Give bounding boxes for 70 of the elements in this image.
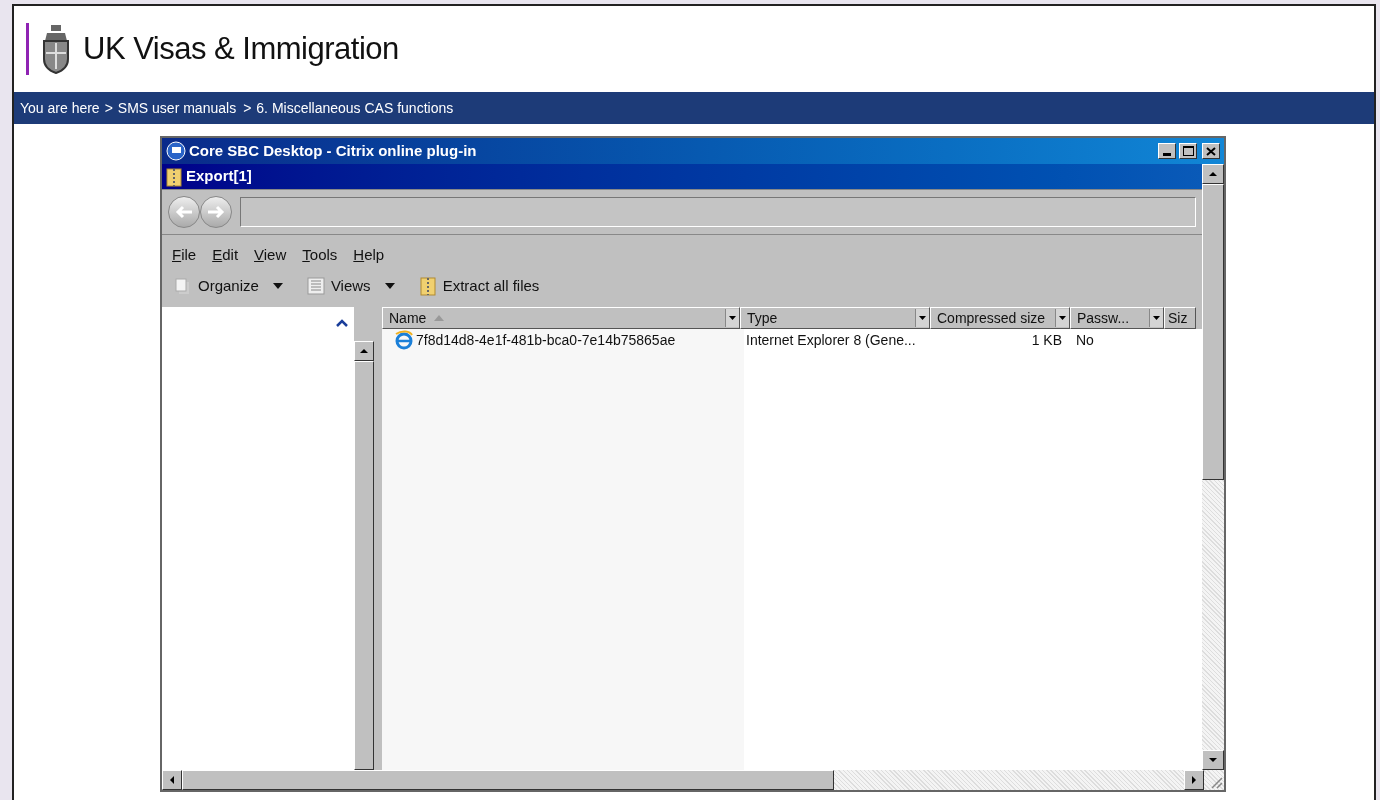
scroll-up-icon (1209, 172, 1217, 176)
organize-button[interactable]: Organize (174, 274, 283, 298)
column-header[interactable]: Compressed size (930, 307, 1070, 329)
column-header-label: Compressed size (936, 308, 1046, 328)
scroll-right-icon (1192, 776, 1196, 784)
column-dropdown-button[interactable] (1055, 309, 1069, 327)
column-dropdown-icon (1153, 316, 1160, 320)
menu-item[interactable]: Edit (212, 243, 239, 267)
scrollbar-thumb[interactable] (182, 770, 834, 790)
accent-bar (26, 23, 29, 75)
scroll-left-icon (170, 776, 174, 784)
column-header-label: Type (746, 308, 778, 328)
forward-button[interactable] (200, 196, 232, 228)
site-title: UK Visas & Immigration (83, 29, 399, 68)
breadcrumb-link[interactable]: SMS user manuals (117, 97, 237, 119)
window-title: Core SBC Desktop - Citrix online plug-in (189, 140, 478, 161)
views-button[interactable]: Views (306, 274, 395, 298)
scroll-up-button[interactable] (1202, 164, 1224, 184)
maximize-button[interactable] (1179, 143, 1197, 159)
minimize-button[interactable] (1158, 143, 1176, 159)
scroll-down-icon (1209, 758, 1217, 762)
table-cell: No (1076, 331, 1094, 348)
breadcrumb-separator: > (243, 98, 252, 118)
column-dropdown-button[interactable] (725, 309, 739, 327)
close-icon (1206, 146, 1216, 156)
column-header[interactable]: Name (382, 307, 740, 329)
column-dropdown-icon (729, 316, 736, 320)
forward-icon (207, 205, 225, 219)
maximize-icon (1182, 146, 1194, 156)
horizontal-scrollbar[interactable] (162, 770, 1224, 790)
breadcrumb-link[interactable]: 6. Miscellaneous CAS functions (256, 97, 454, 119)
file-name[interactable]: 7f8d14d8-4e1f-481b-bca0-7e14b75865ae (416, 329, 676, 351)
scroll-down-button[interactable] (1202, 750, 1224, 770)
menu-item[interactable]: Tools (302, 243, 338, 267)
column-dropdown-icon (919, 316, 926, 320)
menu-item[interactable]: View (254, 243, 287, 267)
scroll-up-button[interactable] (354, 341, 374, 361)
address-field[interactable] (240, 197, 1196, 227)
scroll-right-button[interactable] (1184, 770, 1204, 790)
breadcrumb-separator: > (104, 98, 113, 118)
table-cell: Internet Explorer 8 (Gene... (746, 331, 916, 348)
explorer-title: Export[1] (186, 166, 252, 187)
column-header-label: Passw... (1076, 308, 1130, 328)
column-header[interactable]: Type (740, 307, 930, 329)
zip-folder-icon (166, 166, 182, 187)
vertical-scrollbar[interactable] (1202, 164, 1224, 770)
column-header[interactable]: Siz (1164, 307, 1196, 329)
scroll-up-icon (360, 349, 368, 353)
column-dropdown-button[interactable] (915, 309, 929, 327)
scrollbar-thumb[interactable] (1202, 184, 1224, 480)
app-icon (166, 141, 186, 161)
breadcrumb-label: You are here (20, 98, 100, 118)
browser-file-icon (394, 330, 414, 350)
back-icon (175, 205, 193, 219)
minimize-icon (1163, 153, 1171, 156)
menu-item[interactable]: Help (353, 243, 385, 267)
organize-icon (174, 277, 192, 295)
column-header-label: Name (388, 308, 427, 328)
close-button[interactable] (1202, 143, 1220, 159)
table-cell: 1 KB (1031, 331, 1062, 348)
back-button[interactable] (168, 196, 200, 228)
column-header[interactable]: Passw... (1070, 307, 1164, 329)
extract-button[interactable]: Extract all files (418, 274, 540, 298)
column-dropdown-icon (1059, 316, 1066, 320)
menu-item[interactable]: File (172, 243, 197, 267)
zip-folder-icon (418, 276, 437, 296)
collapse-chevron-icon[interactable] (336, 319, 348, 327)
column-dropdown-button[interactable] (1149, 309, 1163, 327)
views-icon (306, 277, 325, 295)
scroll-left-button[interactable] (162, 770, 182, 790)
